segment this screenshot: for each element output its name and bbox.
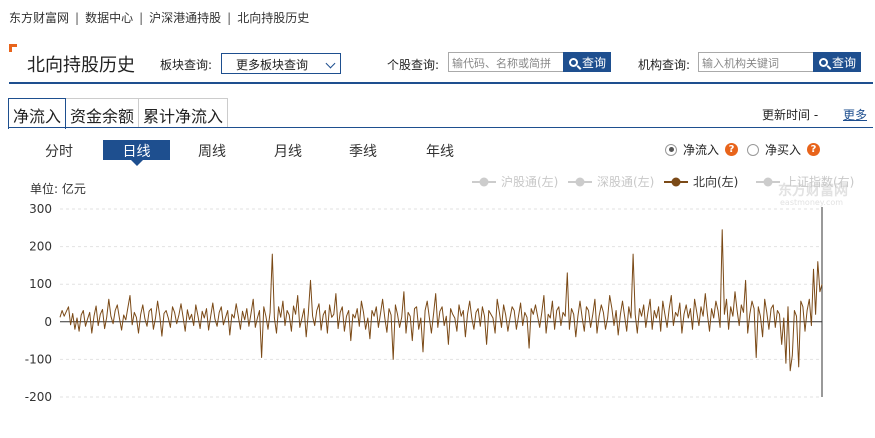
legend-marker: [763, 177, 773, 187]
radio-net-inflow[interactable]: 净流入?: [665, 141, 739, 158]
breadcrumb-separator: |: [139, 11, 144, 25]
y-tick-label: 0: [44, 315, 52, 329]
search-icon: [569, 58, 578, 67]
stock-label: 个股查询:: [387, 58, 440, 72]
sector-select-value: 更多板块查询: [236, 58, 309, 72]
help-icon[interactable]: ?: [725, 143, 739, 156]
chart-grid: [60, 207, 823, 398]
y-tick-label: -100: [25, 352, 52, 366]
legend-label: 深股通(左): [597, 174, 654, 189]
legend-label: 上证指数(右): [785, 174, 854, 189]
period-quarterly[interactable]: 季线: [341, 140, 385, 160]
sector-select[interactable]: 更多板块查询: [221, 53, 341, 74]
org-search-input[interactable]: 输入机构关键词: [698, 52, 814, 72]
legend-label: 北向(左): [693, 174, 738, 189]
radio-checked-icon: [665, 143, 677, 156]
y-tick-label: 200: [29, 240, 52, 254]
chart-series: [59, 229, 823, 372]
period-intraday[interactable]: 分时: [37, 140, 81, 160]
period-daily[interactable]: 日线: [103, 140, 170, 166]
period-monthly[interactable]: 月线: [266, 140, 310, 160]
tab-net-inflow[interactable]: 净流入: [8, 98, 67, 129]
legend-item[interactable]: 沪股通(左): [472, 174, 558, 189]
stock-search-button-label: 查询: [582, 56, 607, 70]
page-title: 北向持股历史: [27, 55, 135, 76]
org-search-button[interactable]: 查询: [813, 52, 862, 72]
period-yearly[interactable]: 年线: [418, 140, 462, 160]
header-divider: [9, 82, 873, 84]
radio-net-inflow-label: 净流入: [683, 143, 720, 157]
legend-label: 沪股通(左): [501, 174, 558, 189]
breadcrumb-data-center[interactable]: 数据中心: [85, 11, 133, 25]
breadcrumb-home[interactable]: 东方财富网: [9, 11, 69, 25]
radio-net-buy[interactable]: 净买入?: [747, 141, 821, 158]
y-tick-label: 100: [29, 277, 52, 291]
legend-marker: [671, 177, 681, 187]
sector-label: 板块查询:: [160, 58, 213, 72]
y-axis-ticks: 300 200 100 0 -100 -200: [25, 202, 52, 404]
legend-item[interactable]: 北向(左): [664, 174, 738, 189]
help-icon[interactable]: ?: [807, 143, 821, 156]
breadcrumb: 东方财富网 | 数据中心 | 沪深港通持股 | 北向持股历史: [9, 9, 309, 26]
tab-bar: 净流入 资金余额 累计净流入: [8, 98, 229, 129]
update-time: 更新时间 -: [762, 108, 819, 122]
radio-net-buy-label: 净买入: [765, 143, 802, 157]
stock-search-button[interactable]: 查询: [563, 52, 612, 72]
title-corner-mark: [9, 44, 17, 52]
legend-marker: [575, 177, 585, 187]
breadcrumb-stock-connect[interactable]: 沪深港通持股: [149, 11, 221, 25]
org-search-button-label: 查询: [832, 56, 857, 70]
breadcrumb-separator: |: [75, 11, 80, 25]
breadcrumb-separator: |: [227, 11, 232, 25]
legend-marker: [479, 177, 489, 187]
chevron-down-icon: [325, 58, 336, 69]
tab-fund-balance[interactable]: 资金余额: [66, 98, 140, 128]
chart-legend: 沪股通(左) 深股通(左) 北向(左) 上证指数(右): [472, 174, 854, 189]
org-label: 机构查询:: [638, 58, 691, 72]
net-inflow-chart: 东方财富网eastmoney.com 3002001000-100-200 沪股…: [25, 174, 855, 404]
radio-unchecked-icon: [747, 143, 759, 156]
period-weekly[interactable]: 周线: [190, 140, 234, 160]
search-icon: [819, 58, 828, 67]
breadcrumb-current: 北向持股历史: [237, 11, 310, 25]
legend-item[interactable]: 上证指数(右): [756, 174, 854, 189]
y-tick-label: -200: [25, 390, 52, 404]
legend-item[interactable]: 深股通(左): [568, 174, 654, 189]
tab-divider: [8, 127, 873, 128]
tab-cumulative-inflow[interactable]: 累计净流入: [139, 98, 229, 128]
series-line-northbound: [59, 229, 823, 372]
watermark-en-text: eastmoney.com: [780, 198, 843, 207]
y-tick-label: 300: [29, 202, 52, 216]
more-link[interactable]: 更多: [843, 106, 867, 123]
stock-search-input[interactable]: 输代码、名称或简拼: [448, 52, 564, 72]
